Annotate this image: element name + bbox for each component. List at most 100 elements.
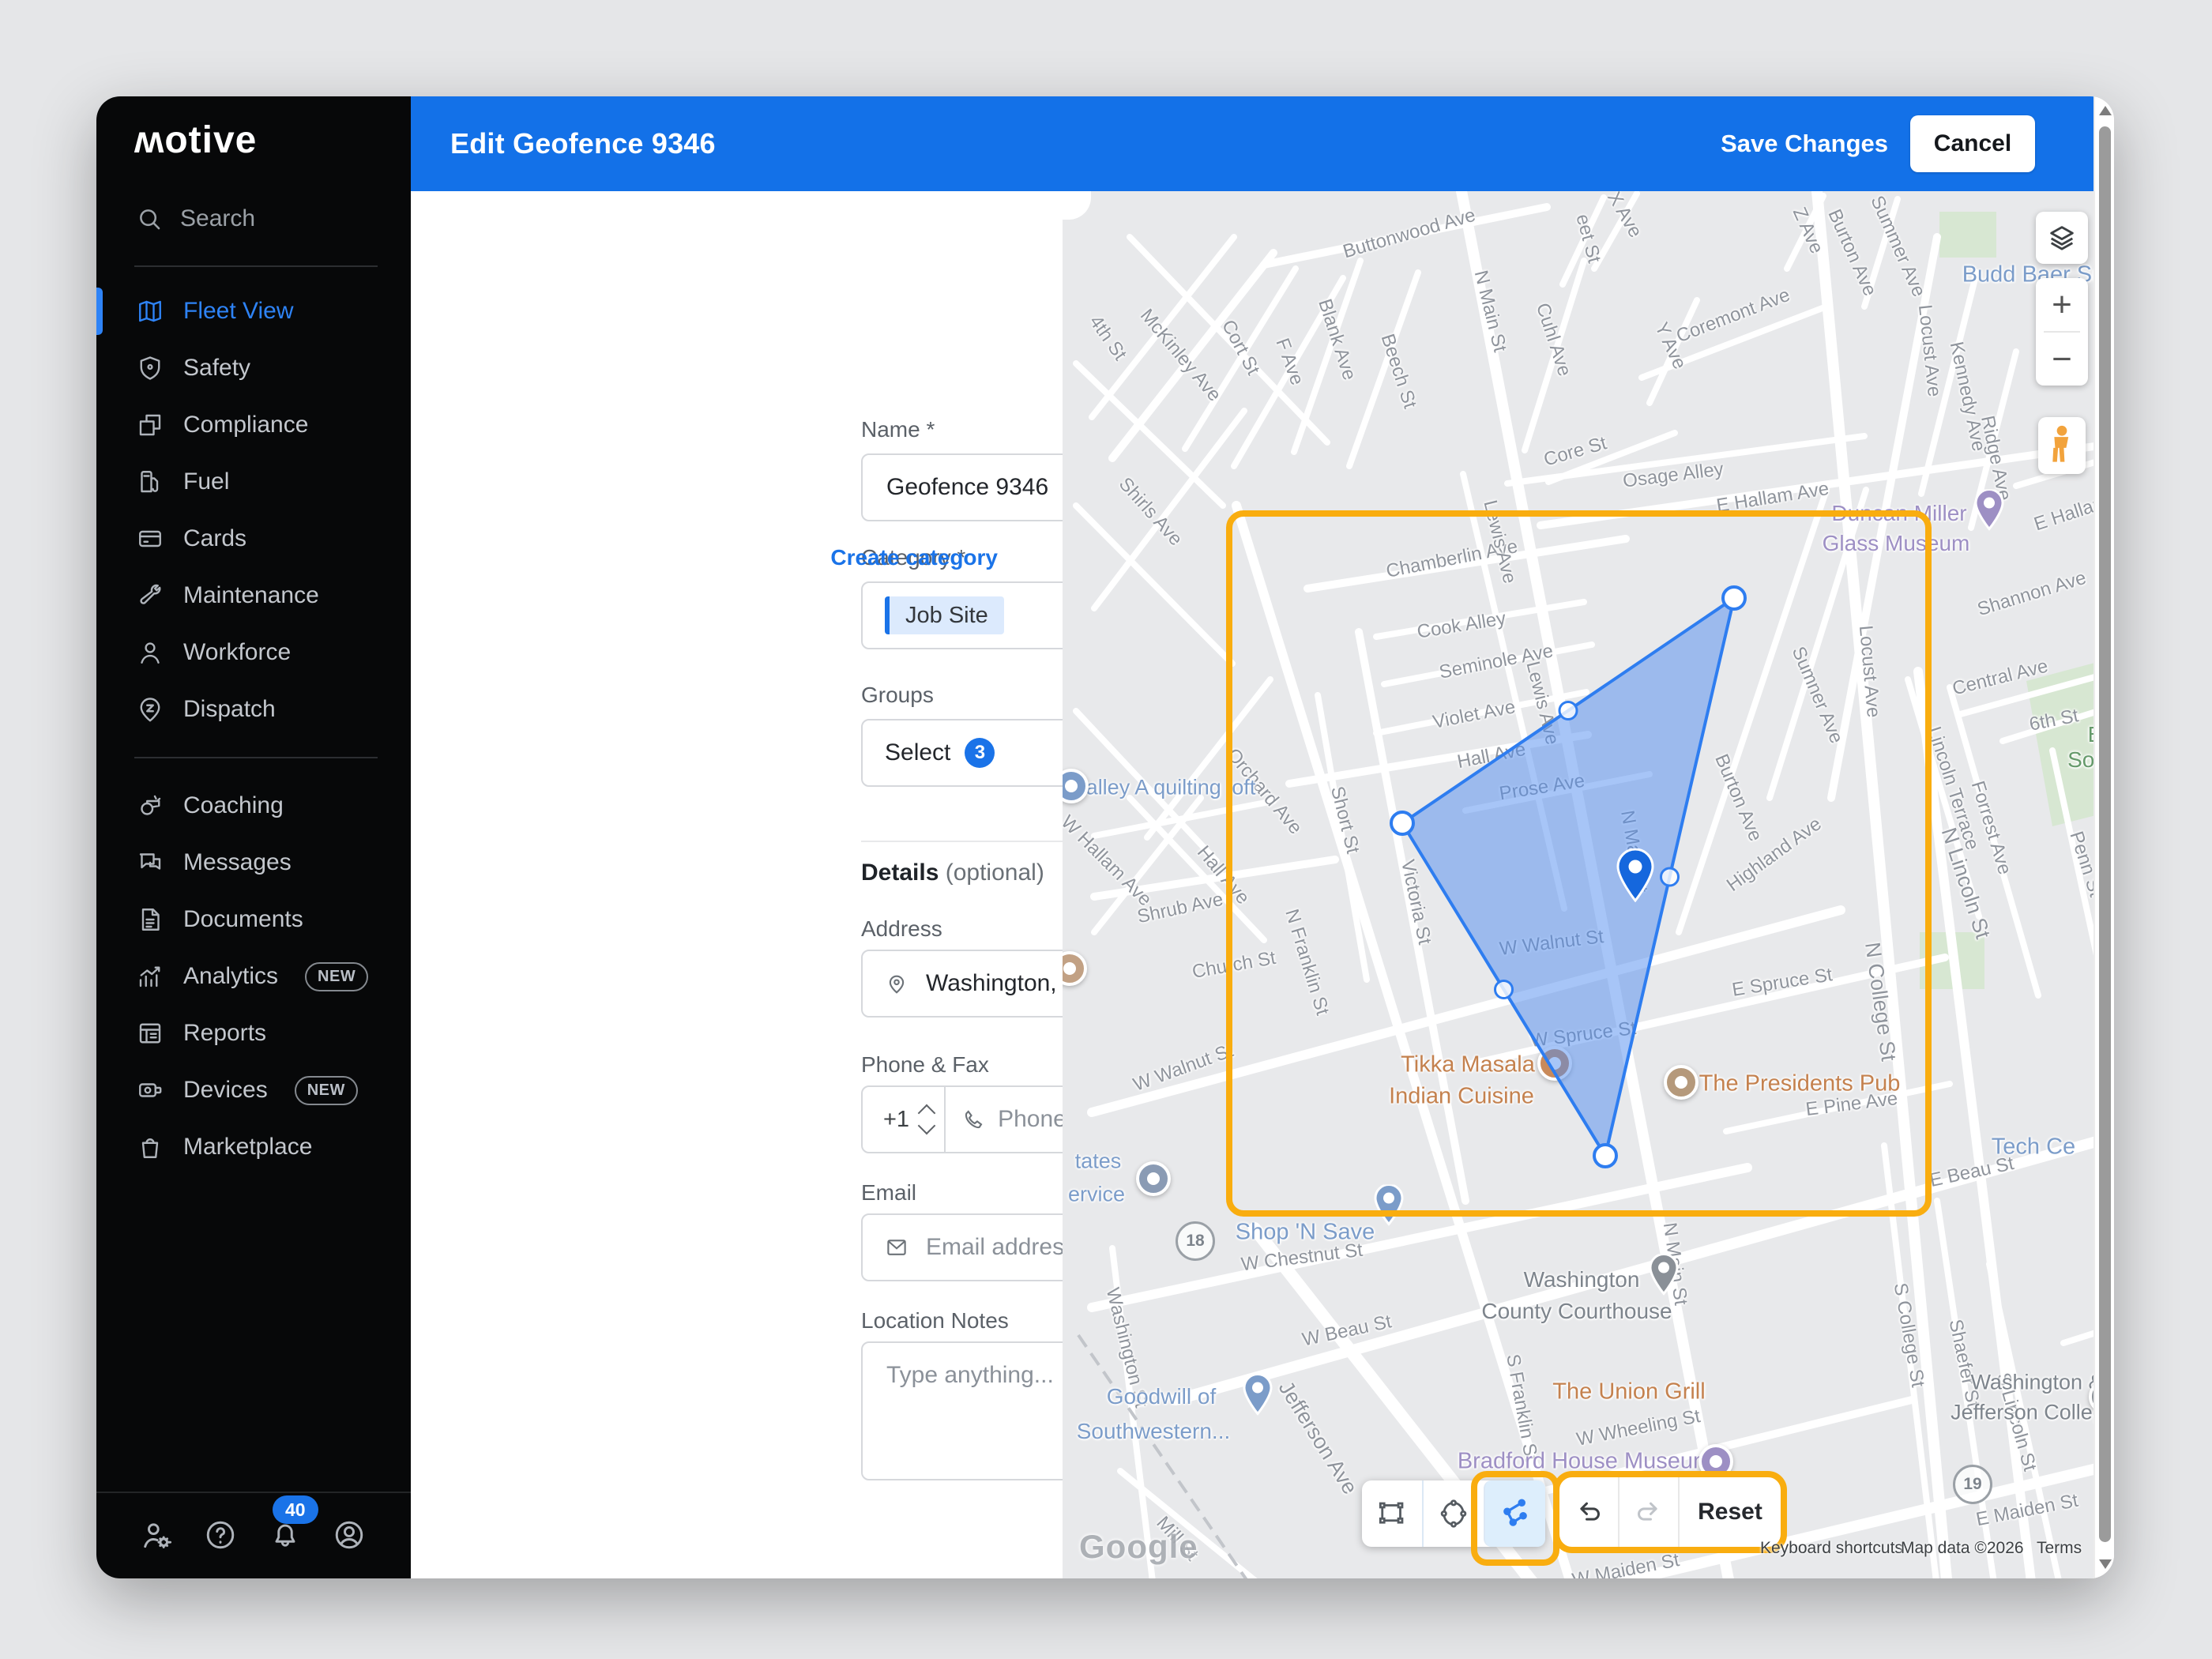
sidebar-item-label: Safety <box>183 355 251 381</box>
new-badge: NEW <box>305 961 369 991</box>
street-view-pegman-button[interactable] <box>2038 417 2086 474</box>
sidebar-item-label: Marketplace <box>183 1134 313 1160</box>
map-label: Tech Ce <box>1991 1134 2076 1160</box>
sidebar-item-label: Fuel <box>183 468 230 495</box>
map-data-copyright: Map data ©2026 <box>1901 1539 2024 1557</box>
notifications-icon[interactable]: 40 <box>268 1495 318 1554</box>
fleet-icon <box>139 300 161 322</box>
sidebar-search[interactable]: Search <box>96 198 411 240</box>
category-chip: Job Site <box>885 596 1004 634</box>
scrollbar-thumb[interactable] <box>2099 126 2111 1542</box>
circle-tool-icon <box>1440 1499 1467 1528</box>
terms-link[interactable]: Terms <box>2037 1539 2082 1558</box>
new-badge: NEW <box>294 1075 358 1105</box>
create-category-link[interactable]: Create category <box>830 545 998 570</box>
scroll-down-arrow-icon[interactable] <box>2099 1559 2112 1569</box>
sidebar-item-label: Maintenance <box>183 582 319 608</box>
map-layers-button[interactable] <box>2036 212 2088 264</box>
map-label: The Union Grill <box>1552 1379 1706 1405</box>
compliance-icon <box>139 414 161 436</box>
phone-icon <box>965 1110 983 1129</box>
page-title: Edit Geofence 9346 <box>450 127 716 160</box>
sidebar-item-cards[interactable]: Cards <box>96 510 411 567</box>
sidebar-item-label: Reports <box>183 1020 267 1046</box>
post-office-poi <box>1136 1161 1171 1196</box>
sidebar-divider <box>134 265 378 267</box>
map-label: Shop 'N Save <box>1235 1219 1375 1245</box>
map-zoom-control: + − <box>2036 278 2088 386</box>
groups-value: Select <box>885 739 951 766</box>
zoom-in-button[interactable]: + <box>2036 278 2088 331</box>
save-changes-button[interactable]: Save Changes <box>1721 96 1888 191</box>
map-label: County Courthouse <box>1481 1299 1672 1323</box>
workforce-icon <box>141 642 160 664</box>
sidebar-item-label: Messages <box>183 849 292 875</box>
map[interactable]: 4th St McKinley Ave Cort St F Ave Buttonwood… <box>1063 191 2094 1578</box>
sidebar-item-compliance[interactable]: Compliance <box>96 397 411 453</box>
groups-label: Groups <box>861 683 934 707</box>
highway-shield: 19 <box>1953 1465 1992 1504</box>
sidebar-item-dispatch[interactable]: Dispatch <box>96 681 411 738</box>
details-heading: Details (optional) <box>861 860 1044 886</box>
undo-icon <box>1580 1502 1600 1521</box>
circle-tool-button[interactable] <box>1422 1480 1484 1547</box>
coaching-icon <box>141 795 161 815</box>
sidebar-item-analytics[interactable]: Analytics NEW <box>96 948 411 1005</box>
sidebar-nav: Fleet View Safety Compliance Fuel Cards Maint… <box>96 283 411 1176</box>
documents-icon <box>141 908 160 931</box>
sidebar-item-fuel[interactable]: Fuel <box>96 453 411 510</box>
sidebar-item-workforce[interactable]: Workforce <box>96 624 411 681</box>
scroll-up-arrow-icon[interactable] <box>2099 106 2112 115</box>
map-label: ervice <box>1067 1182 1126 1206</box>
courthouse-pin <box>1646 1253 1682 1300</box>
sidebar: ʍotive Search Fleet View Safety Compliance… <box>96 96 411 1578</box>
groups-count-badge: 3 <box>965 738 995 768</box>
sidebar-item-maintenance[interactable]: Maintenance <box>96 567 411 624</box>
admin-settings-icon[interactable] <box>139 1518 175 1554</box>
shape-toolbar <box>1362 1480 1545 1547</box>
reset-button[interactable]: Reset <box>1678 1477 1781 1547</box>
sidebar-search-label: Search <box>180 205 256 231</box>
map-label: B <box>2088 722 2094 747</box>
email-label: Email <box>861 1180 917 1205</box>
cancel-button[interactable]: Cancel <box>1910 115 2035 172</box>
rectangle-tool-button[interactable] <box>1362 1480 1422 1547</box>
undo-button[interactable] <box>1559 1477 1618 1547</box>
sidebar-item-label: Analytics <box>183 963 279 989</box>
map-label: Soft <box>2067 747 2094 772</box>
sidebar-item-documents[interactable]: Documents <box>96 891 411 948</box>
location-notes-label: Location Notes <box>861 1308 1009 1333</box>
cards-icon <box>139 530 161 547</box>
stepper-icon <box>917 1104 936 1135</box>
geofence-center-pin <box>1616 848 1654 902</box>
sidebar-item-messages[interactable]: Messages <box>96 834 411 891</box>
sidebar-item-safety[interactable]: Safety <box>96 340 411 397</box>
highway-shield: 18 <box>1176 1221 1215 1261</box>
history-toolbar: Reset <box>1553 1471 1787 1553</box>
page-header: Edit Geofence 9346 Save Changes Cancel <box>411 96 2094 191</box>
sidebar-item-marketplace[interactable]: Marketplace <box>96 1119 411 1176</box>
sidebar-item-fleet-view[interactable]: Fleet View <box>96 283 411 340</box>
maintenance-icon <box>140 584 161 604</box>
rectangle-tool-icon <box>1379 1502 1404 1524</box>
polygon-tool-button[interactable] <box>1484 1480 1545 1547</box>
dispatch-icon <box>140 698 160 722</box>
geofence-highlight-box <box>1226 510 1932 1217</box>
zoom-out-button[interactable]: − <box>2036 333 2088 386</box>
help-icon[interactable] <box>203 1518 239 1554</box>
redo-button[interactable] <box>1618 1477 1678 1547</box>
sidebar-item-reports[interactable]: Reports <box>96 1005 411 1062</box>
address-label: Address <box>861 916 942 941</box>
google-logo: Google <box>1079 1528 1198 1565</box>
sidebar-item-label: Dispatch <box>183 696 276 722</box>
sidebar-item-devices[interactable]: Devices NEW <box>96 1062 411 1119</box>
sidebar-item-label: Documents <box>183 906 303 932</box>
keyboard-shortcuts-link[interactable]: Keyboard shortcuts <box>1760 1539 1903 1558</box>
goodwill-pin <box>1240 1373 1276 1420</box>
sidebar-item-coaching[interactable]: Coaching <box>96 777 411 834</box>
polygon-tool-icon <box>1503 1499 1527 1526</box>
phone-country-code[interactable]: +1 <box>863 1104 944 1135</box>
devices-icon <box>139 1083 162 1097</box>
window-scrollbar[interactable] <box>2094 96 2114 1578</box>
account-icon[interactable] <box>332 1518 368 1554</box>
